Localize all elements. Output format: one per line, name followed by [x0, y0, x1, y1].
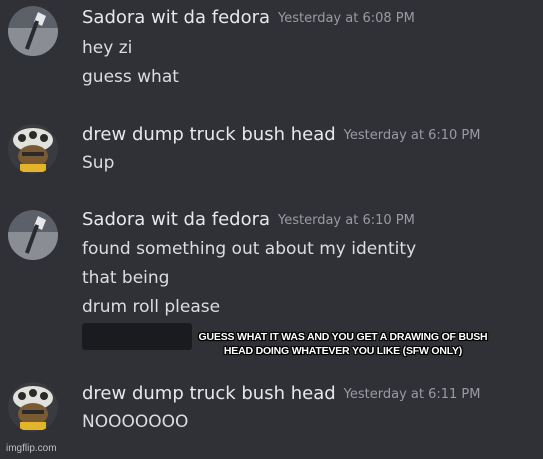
message-line: Sup — [82, 153, 115, 173]
meme-caption: GUESS WHAT IT WAS AND YOU GET A DRAWING … — [198, 331, 488, 357]
fedora-avatar-icon — [8, 210, 58, 260]
avatar-sadora[interactable] — [8, 6, 58, 56]
fedora-avatar-icon — [8, 6, 58, 56]
bush-head-avatar-icon — [8, 382, 58, 432]
message-line: drum roll please — [82, 297, 221, 317]
message-line: that being — [82, 268, 170, 288]
username-text[interactable]: Sadora wit da fedora — [82, 209, 270, 230]
message-line: NOOOOOOO — [82, 412, 189, 432]
timestamp: Yesterday at 6:11 PM — [343, 387, 481, 402]
timestamp: Yesterday at 6:10 PM — [278, 213, 415, 228]
spoiler-block[interactable] — [82, 323, 192, 350]
message-line: hey zi — [82, 38, 133, 58]
message-line: found something out about my identity — [82, 239, 417, 259]
bush-head-avatar-icon — [8, 124, 58, 174]
avatar-drew[interactable] — [8, 382, 58, 432]
username[interactable]: Sadora wit da fedora Yesterday at 6:10 PM — [82, 209, 415, 230]
username-text[interactable]: drew dump truck bush head — [82, 383, 336, 404]
avatar-drew[interactable] — [8, 124, 58, 174]
username[interactable]: drew dump truck bush head Yesterday at 6:… — [82, 124, 480, 145]
imgflip-watermark: imgflip.com — [6, 443, 57, 454]
message-line: guess what — [82, 67, 179, 87]
username-text[interactable]: drew dump truck bush head — [82, 124, 336, 145]
username[interactable]: Sadora wit da fedora Yesterday at 6:08 PM — [82, 7, 415, 28]
username[interactable]: drew dump truck bush head Yesterday at 6:… — [82, 383, 480, 404]
timestamp: Yesterday at 6:08 PM — [278, 11, 415, 26]
avatar-sadora[interactable] — [8, 210, 58, 260]
timestamp: Yesterday at 6:10 PM — [343, 128, 481, 143]
username-text[interactable]: Sadora wit da fedora — [82, 7, 270, 28]
